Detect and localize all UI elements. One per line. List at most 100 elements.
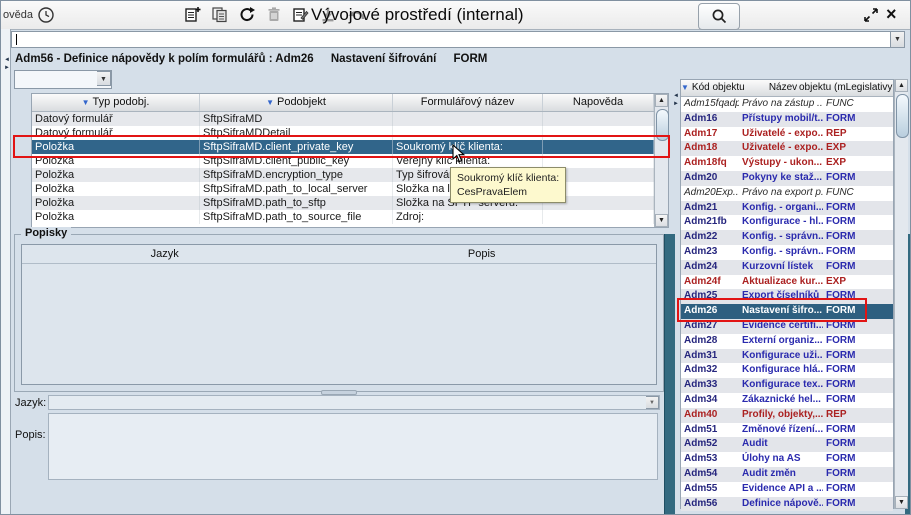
objects-table-row[interactable]: Adm52AuditFORM <box>681 437 893 452</box>
cell-code: Adm53 <box>681 452 739 467</box>
top-combo-dropdown-button[interactable]: ▼ <box>891 31 905 48</box>
cell-name: Konfigurace hlá... <box>739 363 823 378</box>
objects-table-row[interactable]: Adm16Přístupy mobil/t...FORM <box>681 112 893 127</box>
fields-table-scrollbar[interactable]: ▲ ▼ <box>654 94 668 227</box>
objects-table-row[interactable]: Adm31Konfigurace uži...FORM <box>681 349 893 364</box>
fields-table-row[interactable]: PoložkaSftpSifraMD.path_to_source_fileZd… <box>32 210 654 224</box>
collapse-sidebar-icon[interactable]: ◄ <box>672 93 680 100</box>
column-header-popis[interactable]: Popis <box>307 245 656 263</box>
cell-nazev: Veřejný klíč klienta: <box>393 154 543 168</box>
scroll-down-icon[interactable]: ▼ <box>655 214 668 227</box>
cell-podobjekt: SftpSifraMD.path_to_sftp <box>200 196 393 210</box>
objects-table-row[interactable]: Adm21fbKonfigurace - hl...FORM <box>681 215 893 230</box>
column-header-kod[interactable]: ▼Kód objektu <box>681 80 743 95</box>
jazyk-combo[interactable]: ▼ <box>48 395 660 410</box>
objects-table-row[interactable]: Adm34Zákaznické hel...FORM <box>681 393 893 408</box>
objects-table: ▼Kód objektu Název objektu (mLegislativy… <box>680 79 894 509</box>
app-window: ověda Vý <box>0 0 911 515</box>
objects-table-row[interactable]: Adm18fqVýstupy - ukon...EXP <box>681 156 893 171</box>
objects-table-row[interactable]: Adm24Kurzovní lístekFORM <box>681 260 893 275</box>
objects-table-row[interactable]: Adm56Definice nápově...FORM <box>681 497 893 512</box>
column-header-typ-obj[interactable]: objektu (mLegislativy <box>799 80 893 95</box>
scroll-up-icon[interactable]: ▲ <box>655 94 668 107</box>
panel-filter-dropdown-button[interactable]: ▼ <box>97 71 111 86</box>
column-header-podobjekt[interactable]: ▼Podobjekt <box>200 94 393 111</box>
vertical-divider-bar[interactable] <box>664 234 675 514</box>
objects-table-row[interactable]: Adm20Pokyny ke staž...FORM <box>681 171 893 186</box>
new-document-icon[interactable] <box>184 6 202 23</box>
objects-table-row[interactable]: Adm25Export číselníkůFORM <box>681 289 893 304</box>
clock-icon[interactable] <box>37 6 55 29</box>
cell-typ: Datový formulář <box>32 126 200 140</box>
search-button[interactable] <box>698 3 740 30</box>
cell-filler <box>865 363 893 378</box>
fields-table-row[interactable]: Datový formulářSftpSifraMDDetail <box>32 126 654 140</box>
cell-filler <box>865 156 893 171</box>
delete-icon[interactable] <box>265 6 283 23</box>
column-header-typ[interactable]: ▼Typ podobj. <box>32 94 200 111</box>
collapse-left-icon[interactable]: ◄ <box>3 57 11 64</box>
panel-filter-combo[interactable]: ▼ <box>14 70 112 89</box>
objects-table-row[interactable]: Adm28Externí organiz...FORM <box>681 334 893 349</box>
cell-filler <box>865 334 893 349</box>
menu-napoveda-partial[interactable]: ověda <box>3 9 33 21</box>
fields-table-row[interactable]: PoložkaSftpSifraMD.client_private_keySou… <box>32 140 654 154</box>
objects-table-row[interactable]: Adm21Konfig. - organi...FORM <box>681 201 893 216</box>
objects-table-row[interactable]: Adm22Konfig. - správn...FORM <box>681 230 893 245</box>
tooltip-line2: CesPravaElem <box>457 185 559 199</box>
column-header-jazyk[interactable]: Jazyk <box>22 245 307 263</box>
objects-table-row[interactable]: Adm55Evidence API a ...FORM <box>681 482 893 497</box>
top-combo-row: ▼ <box>11 31 905 48</box>
cell-code: Adm33 <box>681 378 739 393</box>
close-icon[interactable]: × <box>886 2 897 26</box>
objects-table-row[interactable]: Adm51Změnové řízení...FORM <box>681 423 893 438</box>
objects-table-row[interactable]: Adm53Úlohy na ASFORM <box>681 452 893 467</box>
cell-napoveda <box>543 154 654 168</box>
cell-name: Definice nápově... <box>739 497 823 512</box>
objects-table-row[interactable]: Adm27Evidence certifi...FORM <box>681 319 893 334</box>
popis-textarea[interactable] <box>48 413 658 480</box>
objects-table-row[interactable]: Adm26Nastavení šifro...FORM <box>681 304 893 319</box>
objects-table-row[interactable]: Adm15fqadpPrávo na zástup ...FUNC <box>681 97 893 112</box>
objects-table-row[interactable]: Adm20Exp...Právo na export p...FUNC <box>681 186 893 201</box>
objects-table-rows: Adm15fqadpPrávo na zástup ...FUNCAdm16Př… <box>681 97 893 511</box>
edit-document-icon[interactable] <box>292 6 310 23</box>
panel-title-main: Adm56 - Definice nápovědy k polím formul… <box>15 53 314 65</box>
panel-title-type: FORM <box>454 53 488 65</box>
cell-type: FORM <box>823 497 865 512</box>
objects-table-row[interactable]: Adm40Profily, objekty,...REP <box>681 408 893 423</box>
left-panel-edge[interactable] <box>1 29 11 514</box>
copy-document-icon[interactable] <box>211 6 229 23</box>
expand-left-icon[interactable]: ► <box>3 65 11 72</box>
cell-code: Adm27 <box>681 319 739 334</box>
fields-table-row[interactable]: Datový formulářSftpSifraMD <box>32 112 654 126</box>
fields-table-row[interactable]: PoložkaSftpSifraMD.client_public_keyVeře… <box>32 154 654 168</box>
objects-table-row[interactable]: Adm33Konfigurace tex...FORM <box>681 378 893 393</box>
cell-type: EXP <box>823 141 865 156</box>
cell-filler <box>865 97 893 112</box>
refresh-icon[interactable] <box>238 6 256 23</box>
cell-filler <box>865 304 893 319</box>
jazyk-label: Jazyk: <box>15 397 46 409</box>
maximize-icon[interactable] <box>863 7 879 28</box>
expand-sidebar-icon[interactable]: ► <box>672 101 680 108</box>
column-header-nazev[interactable]: Formulářový název <box>393 94 543 111</box>
objects-table-row[interactable]: Adm18Uživatelé - expo...EXP <box>681 141 893 156</box>
cell-podobjekt: SftpSifraMD.client_private_key <box>200 140 393 154</box>
objects-table-row[interactable]: Adm32Konfigurace hlá...FORM <box>681 363 893 378</box>
cell-type: FORM <box>823 437 865 452</box>
scrollbar-thumb[interactable] <box>896 94 909 138</box>
main-filter-input[interactable] <box>11 31 891 48</box>
scrollbar-thumb[interactable] <box>656 109 669 141</box>
objects-table-row[interactable]: Adm17Uživatelé - expo...REP <box>681 127 893 142</box>
scroll-down-icon[interactable]: ▼ <box>895 496 908 509</box>
objects-table-row[interactable]: Adm54Audit změnFORM <box>681 467 893 482</box>
objects-table-row[interactable]: Adm24fAktualizace kur...EXP <box>681 275 893 290</box>
objects-scrollbar[interactable]: ▲ ▼ <box>894 79 908 509</box>
objects-table-row[interactable]: Adm23Konfig. - správn...FORM <box>681 245 893 260</box>
scroll-up-icon[interactable]: ▲ <box>895 79 908 92</box>
cell-nazev <box>393 112 543 126</box>
jazyk-dropdown-button[interactable]: ▼ <box>646 396 659 409</box>
column-header-napoveda[interactable]: Napověda <box>543 94 654 111</box>
cell-code: Adm20 <box>681 171 739 186</box>
